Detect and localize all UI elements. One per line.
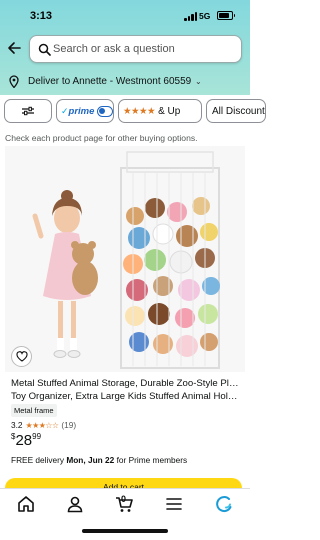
prime-label: prime — [68, 105, 95, 117]
search-icon — [38, 43, 51, 56]
battery-icon — [217, 11, 235, 20]
rating-value: 3.2 — [11, 420, 23, 430]
network-label: 5G — [199, 11, 211, 21]
rufus-ai-icon[interactable] — [214, 494, 234, 514]
search-bar[interactable] — [29, 35, 242, 63]
status-bar: 3:13 5G — [0, 0, 250, 32]
price-fraction: 99 — [32, 432, 42, 441]
rating-count: (19) — [61, 420, 77, 430]
filter-sliders-icon — [22, 106, 34, 116]
product-title-line-2: Toy Organizer, Extra Large Kids Stuffed … — [11, 391, 240, 402]
product-title-line-1: Metal Stuffed Animal Storage, Durable Zo… — [11, 378, 240, 389]
delivery-location[interactable]: Deliver to Annette - Westmont 60559 ⌄ — [0, 70, 250, 94]
favorite-button[interactable] — [11, 346, 32, 367]
product-price: $2899 — [11, 432, 41, 450]
delivery-prefix: FREE delivery — [11, 455, 67, 465]
delivery-info: FREE delivery Mon, Jun 22 for Prime memb… — [11, 455, 187, 465]
filter-sort-button[interactable] — [4, 99, 52, 123]
filter-discounts-button[interactable]: All Discounts — [206, 99, 266, 123]
back-arrow-icon[interactable] — [7, 41, 21, 55]
star-rating-icon: ★★★★ — [123, 105, 156, 117]
cart-count-badge: 0 — [121, 494, 127, 504]
product-image[interactable] — [5, 146, 245, 372]
status-time: 3:13 — [30, 10, 53, 22]
search-input[interactable] — [53, 40, 233, 58]
girl-illustration — [32, 190, 98, 358]
filter-bar: ✓ prime ★★★★ & Up All Discounts — [0, 99, 266, 125]
heart-icon — [15, 351, 28, 362]
storage-cage-illustration — [120, 151, 220, 369]
buying-options-notice: Check each product page for other buying… — [5, 133, 198, 143]
delivery-suffix: for Prime members — [114, 455, 188, 465]
check-icon: ✓ — [61, 105, 69, 116]
star-rating-icon: ★★★☆☆ — [25, 420, 59, 430]
rating-filter-label: & Up — [158, 105, 181, 117]
signal-icon — [184, 12, 198, 21]
filter-rating-button[interactable]: ★★★★ & Up — [118, 99, 202, 123]
location-text: Deliver to Annette - Westmont 60559 — [28, 76, 192, 87]
header: 3:13 5G Deliver to Annette - Westmont 60… — [0, 0, 250, 95]
home-icon[interactable] — [16, 494, 36, 514]
account-icon[interactable] — [65, 494, 85, 514]
discount-filter-label: All Discounts — [212, 105, 266, 117]
delivery-date: Mon, Jun 22 — [66, 455, 115, 465]
product-photo-illustration — [32, 151, 220, 369]
product-title[interactable]: Metal Stuffed Animal Storage, Durable Zo… — [11, 377, 240, 403]
menu-icon[interactable] — [164, 494, 184, 514]
location-pin-icon — [9, 75, 19, 88]
filter-prime-toggle[interactable]: ✓ prime — [56, 99, 114, 123]
toggle-switch[interactable] — [97, 105, 113, 117]
price-whole: 28 — [15, 432, 33, 449]
home-indicator — [82, 529, 168, 533]
product-rating[interactable]: 3.2 ★★★☆☆ (19) — [11, 419, 76, 431]
product-badge: Metal frame — [11, 404, 57, 417]
chevron-down-icon: ⌄ — [195, 77, 202, 86]
